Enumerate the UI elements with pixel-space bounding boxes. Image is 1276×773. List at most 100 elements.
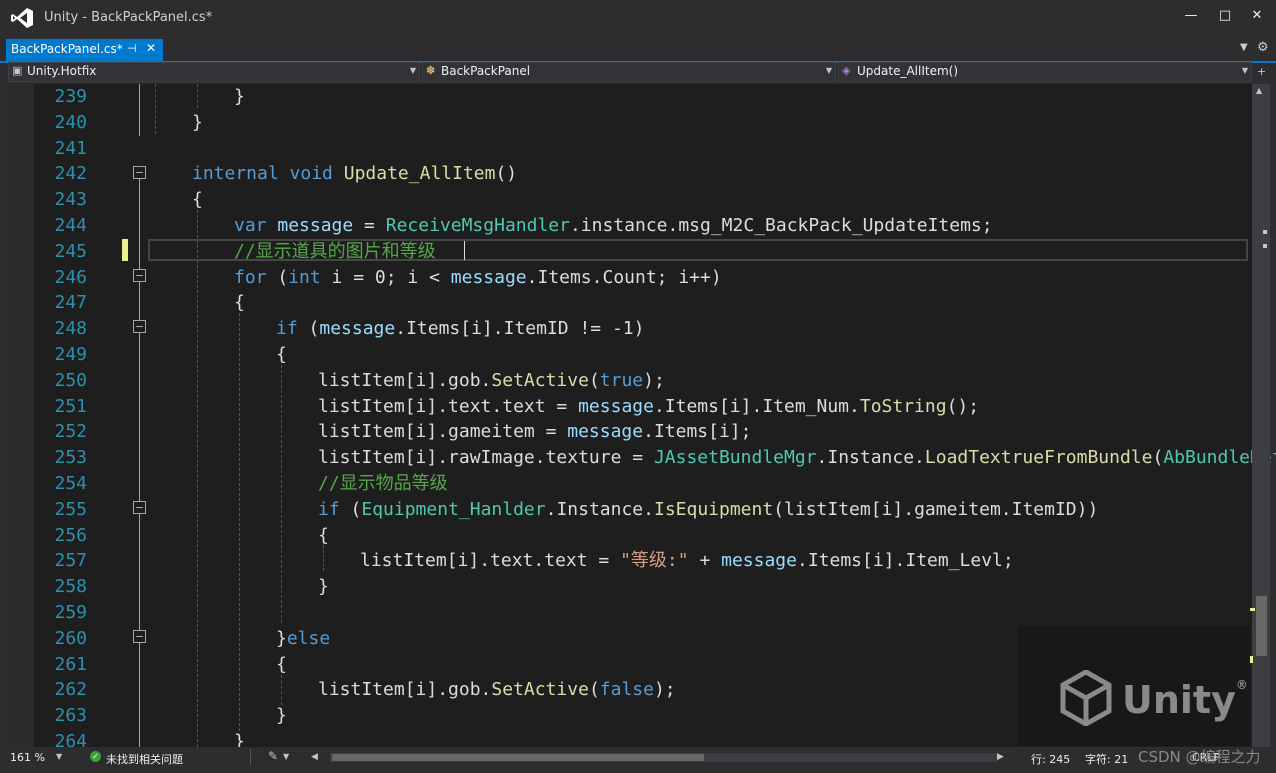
maximize-button[interactable]: □ [1214,6,1236,26]
collapse-region-toggle[interactable] [133,630,146,643]
code-text-part: .instance.msg_M2C_BackPack_UpdateItems; [569,215,993,236]
project-dropdown[interactable]: ▣ Unity.Hotfix ▼ [8,62,420,82]
line-number: 250 [54,369,87,391]
variable: message [450,266,527,288]
line-number-margin: 239 240 241 242 243 244 245 246 247 248 … [34,84,92,752]
tab-label: BackPackPanel.cs* [11,42,123,56]
tab-backpackpanel[interactable]: BackPackPanel.cs* ⊣ ✕ [6,39,163,61]
minimize-button[interactable]: — [1180,6,1202,26]
project-name: Unity.Hotfix [27,64,97,78]
line-number: 260 [54,627,87,649]
indicator-margin [8,84,34,747]
code-line-240: } [192,111,203,133]
variable: message [721,550,797,572]
code-line-246: for (int i = 0; i < message.Items.Count;… [234,265,722,291]
collapse-region-toggle[interactable] [133,320,146,333]
separator [250,749,251,765]
code-text-part: .Items[i].Item_Levl; [796,550,1014,572]
scroll-right-icon[interactable]: ▶ [997,752,1004,762]
code-line-253: listItem[i].rawImage.texture = JAssetBun… [318,445,1276,471]
outline-line [139,178,140,648]
code-text-part: ( [339,498,362,520]
type-name: JAssetBundleMgr [653,447,817,469]
outline-line [139,84,140,136]
vertical-scroll-thumb[interactable] [1256,596,1267,656]
horizontal-scroll-thumb[interactable] [332,754,704,761]
class-dropdown[interactable]: ✽ BackPackPanel ▼ [422,62,836,82]
member-name: Update_AllItem() [857,64,959,78]
check-circle-icon[interactable]: ✓ [90,751,101,762]
scroll-left-icon[interactable]: ◀ [311,752,318,762]
collapse-region-toggle[interactable] [133,501,146,514]
close-window-button[interactable]: ✕ [1246,6,1268,26]
code-line-263: } [276,705,287,727]
method-name: Update_AllItem [343,163,496,185]
keyword: var [234,215,267,236]
member-dropdown[interactable]: ◈ Update_AllItem() ▼ [838,62,1252,82]
line-number: 256 [54,524,87,546]
split-editor-icon[interactable]: + [1257,65,1266,78]
chevron-down-icon: ▼ [1241,66,1248,75]
code-line-261: { [276,653,287,675]
code-line-243: { [192,189,203,211]
code-text-part: = [353,215,386,236]
type-name: ReceiveMsgHandler [385,215,570,236]
line-number: 249 [54,344,87,365]
variable: message [567,421,644,443]
code-line-251: listItem[i].text.text = message.Items[i]… [318,394,979,420]
code-text-part: } [276,627,287,649]
line-number: 261 [54,653,87,675]
line-number: 239 [54,86,87,107]
scrollbar-marker [1263,230,1267,234]
code-text-part: ( [588,679,600,701]
comment: //显示物品等级 [318,473,448,494]
tab-close-icon[interactable]: ✕ [146,41,156,55]
code-line-245: //显示道具的图片和等级 [234,239,436,265]
document-tab-row [0,36,1276,62]
code-line-257: listItem[i].text.text = "等级:" + message.… [360,548,1014,574]
class-name: BackPackPanel [441,64,531,78]
chevron-down-icon: ▼ [825,66,832,75]
scroll-up-icon[interactable]: ▲ [1256,86,1262,95]
line-number: 251 [54,395,87,417]
keyword: false [599,679,654,701]
unsaved-change-marker [122,239,128,261]
line-number: 255 [54,498,87,520]
tab-overflow-icon[interactable]: ▼ [1240,42,1248,53]
line-number: 248 [54,318,87,340]
line-number: 246 [54,266,87,288]
method-icon: ◈ [842,64,851,77]
collapse-region-toggle[interactable] [133,269,146,282]
settings-gear-icon[interactable]: ⚙ [1257,40,1269,55]
chevron-down-icon: ▼ [409,66,416,75]
zoom-level[interactable]: 161 % [10,751,45,764]
code-line-249: { [276,344,287,365]
code-text-part: listItem[i].rawImage.texture = [318,447,654,469]
window-title: Unity - BackPackPanel.cs* [44,10,213,25]
csdn-watermark: CSDN @编程之力 [1138,748,1261,766]
change-marker [1250,656,1253,663]
code-text-part: ); [653,679,676,701]
outline-line [139,642,140,747]
code-line-242: internal void Update_AllItem() [192,161,517,187]
code-text-part: .Items[i].Item_Num. [653,395,860,417]
keyword: internal [192,163,279,185]
line-number: 253 [54,447,87,469]
chevron-down-icon[interactable]: ▼ [56,752,62,761]
code-text-part: () [495,163,518,185]
issues-status[interactable]: 未找到相关问题 [106,751,183,767]
chevron-down-icon[interactable]: ▼ [283,752,289,761]
pin-icon[interactable]: ⊣ [127,42,137,55]
code-text-part: .Items[i]; [643,421,752,443]
code-text-part: (); [946,395,980,417]
line-number: 254 [54,473,87,494]
collapse-region-toggle[interactable] [133,166,146,179]
class-icon: ✽ [426,64,436,77]
method-name: SetActive [491,369,589,391]
brush-icon[interactable]: ✎ [268,749,278,763]
brand-text: Unity [1122,678,1236,722]
line-number: 257 [54,550,87,572]
code-text-part: .Instance. [545,498,654,520]
keyword: void [289,163,333,185]
line-number: 247 [54,292,87,314]
